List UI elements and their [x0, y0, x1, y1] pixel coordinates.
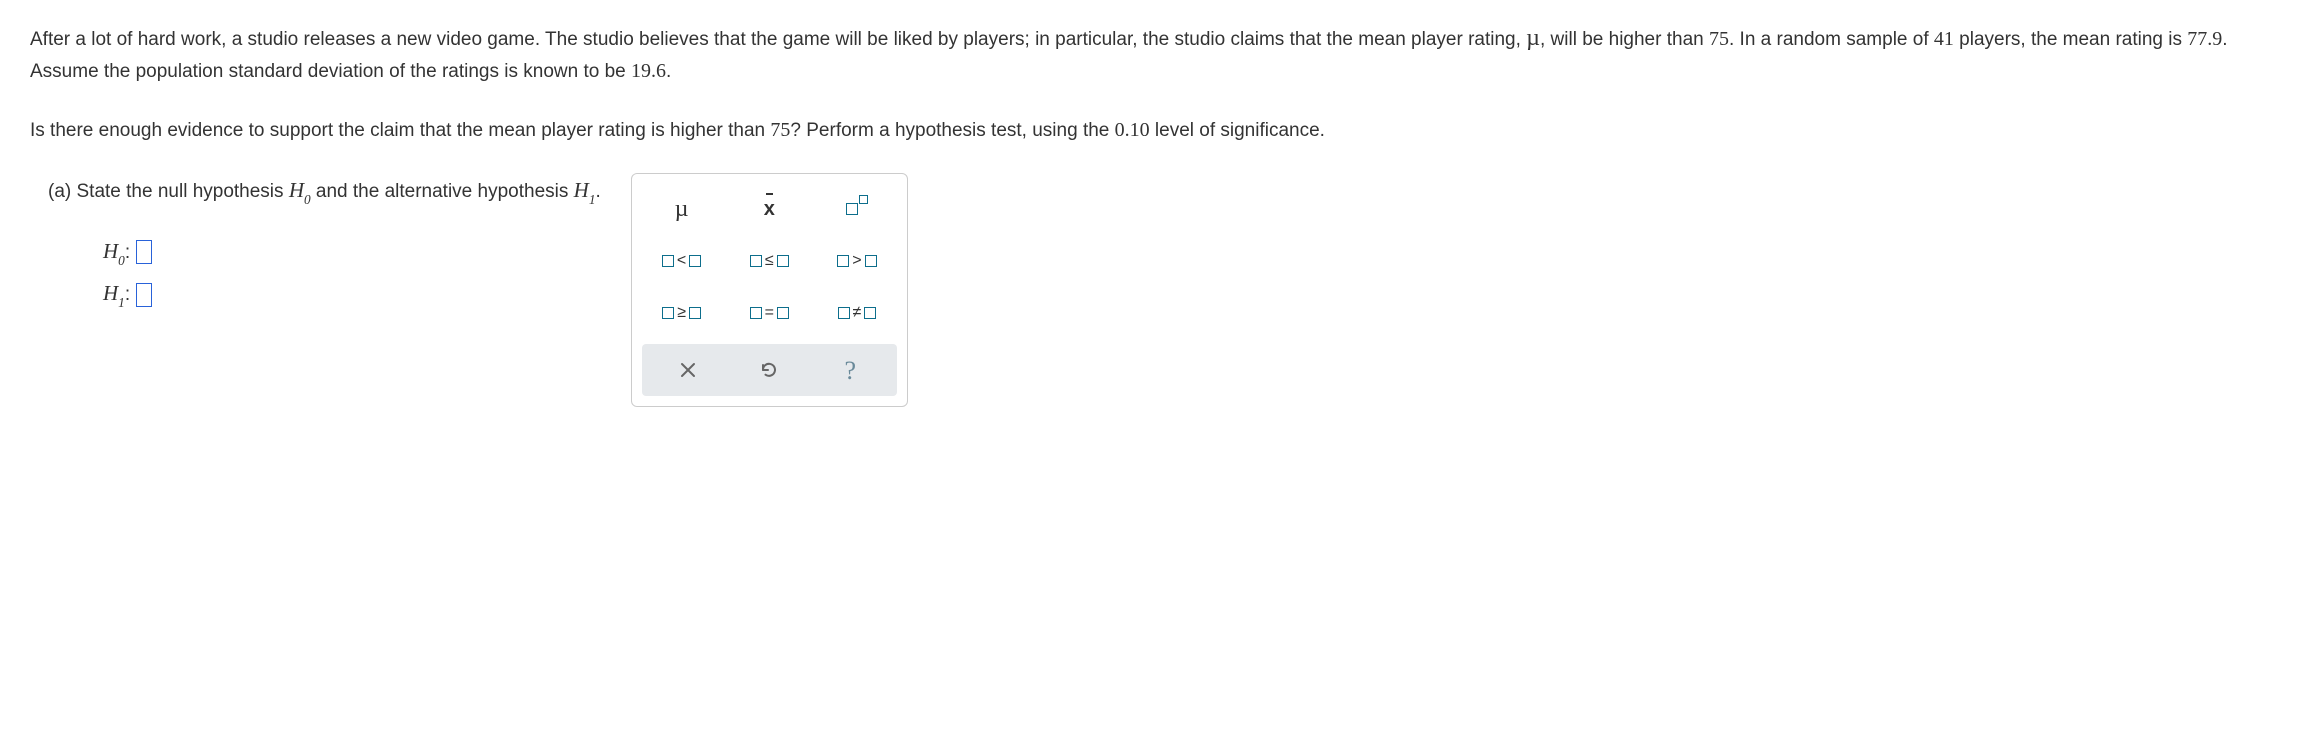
palette-less-than[interactable]: < — [650, 244, 714, 278]
h1-line: H1: — [103, 278, 601, 311]
problem-paragraph-1: After a lot of hard work, a studio relea… — [30, 20, 2294, 87]
text: Is there enough evidence to support the … — [30, 120, 770, 141]
h0-symbol: H — [289, 178, 304, 202]
text: , will be higher than — [1540, 29, 1709, 50]
superscript-icon — [846, 203, 868, 215]
h0-subscript: 0 — [304, 192, 311, 207]
palette-footer: ? — [642, 344, 897, 396]
palette-superscript[interactable] — [825, 192, 889, 226]
text: players, the mean rating is — [1954, 29, 2187, 50]
close-icon — [679, 361, 697, 379]
less-equal-icon: ≤ — [750, 249, 789, 273]
h0-label: H0: — [103, 236, 130, 269]
palette-mu[interactable]: µ — [650, 192, 714, 226]
text: and the alternative hypothesis — [311, 181, 574, 202]
h1-label: H1: — [103, 278, 130, 311]
h0-line: H0: — [103, 236, 601, 269]
symbol-palette: µ x < ≤ > — [631, 173, 908, 407]
less-than-icon: < — [662, 249, 701, 273]
text: . In a random sample of — [1729, 29, 1934, 50]
part-a-prompt: (a) State the null hypothesis H0 and the… — [48, 173, 601, 208]
not-equal-icon: ≠ — [838, 301, 877, 325]
xbar-icon: x — [764, 194, 775, 224]
text: . — [666, 61, 671, 82]
text: ? Perform a hypothesis test, using the — [790, 120, 1114, 141]
help-icon: ? — [844, 351, 856, 390]
text: After a lot of hard work, a studio relea… — [30, 29, 1526, 50]
text: . — [595, 181, 600, 202]
h0-input[interactable] — [136, 240, 152, 264]
clear-button[interactable] — [664, 354, 712, 386]
h1-symbol: H — [574, 178, 589, 202]
value-19-6: 19.6 — [631, 60, 666, 82]
mu-symbol: µ — [1526, 25, 1540, 51]
greater-equal-icon: ≥ — [662, 301, 701, 325]
value-75: 75 — [770, 119, 790, 141]
greater-than-icon: > — [837, 249, 876, 273]
palette-xbar[interactable]: x — [737, 192, 801, 226]
palette-equal[interactable]: = — [737, 296, 801, 330]
text: (a) State the null hypothesis — [48, 181, 289, 202]
palette-less-equal[interactable]: ≤ — [737, 244, 801, 278]
help-button[interactable]: ? — [826, 354, 874, 386]
h1-subscript: 1 — [589, 192, 596, 207]
equal-icon: = — [750, 301, 789, 325]
palette-greater-equal[interactable]: ≥ — [650, 296, 714, 330]
text: level of significance. — [1150, 120, 1325, 141]
problem-paragraph-2: Is there enough evidence to support the … — [30, 115, 2294, 146]
value-41: 41 — [1934, 28, 1954, 50]
value-77-9: 77.9 — [2187, 28, 2222, 50]
palette-greater-than[interactable]: > — [825, 244, 889, 278]
h1-input[interactable] — [136, 283, 152, 307]
value-0-10: 0.10 — [1115, 119, 1150, 141]
palette-not-equal[interactable]: ≠ — [825, 296, 889, 330]
undo-icon — [759, 360, 779, 380]
reset-button[interactable] — [745, 354, 793, 386]
value-75: 75 — [1709, 28, 1729, 50]
